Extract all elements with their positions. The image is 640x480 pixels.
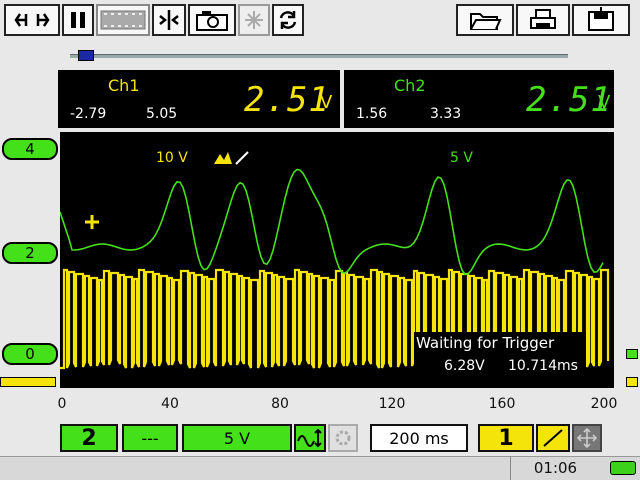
refresh-icon bbox=[279, 11, 297, 29]
coupling-button[interactable]: --- bbox=[122, 424, 178, 452]
ch1-offset-marker[interactable] bbox=[0, 377, 56, 387]
axis-tick: 200 bbox=[590, 396, 618, 412]
ch2-readout: Ch2 1.56 3.33 2.51 V bbox=[344, 70, 614, 128]
volts-div-button[interactable]: 5 V bbox=[182, 424, 292, 452]
ch1-right-marker[interactable] bbox=[626, 377, 638, 387]
print-button[interactable] bbox=[516, 4, 570, 36]
clock: 01:06 bbox=[510, 456, 600, 480]
axis-tick: 160 bbox=[488, 396, 516, 412]
level-marker-0[interactable]: 0 bbox=[2, 343, 58, 365]
trigger-time: 10.714ms bbox=[508, 358, 578, 374]
trigger-status-text: Waiting for Trigger bbox=[416, 334, 555, 352]
ch1-unit: V bbox=[320, 92, 333, 113]
ch1-value: 2.51 bbox=[244, 80, 330, 120]
trigger-channel-button[interactable]: 1 bbox=[478, 424, 534, 452]
channel-select-button[interactable]: 2 bbox=[60, 424, 118, 452]
position-slider-knob[interactable] bbox=[78, 50, 94, 61]
auto-setup-button[interactable] bbox=[328, 424, 358, 452]
move-icon bbox=[576, 427, 598, 449]
battery-icon bbox=[610, 461, 636, 475]
split-view-button[interactable] bbox=[152, 4, 186, 36]
printer-icon bbox=[530, 9, 556, 29]
gear-icon bbox=[335, 430, 351, 446]
sparkle-icon bbox=[245, 11, 263, 29]
save-button[interactable] bbox=[572, 4, 630, 36]
folder-icon bbox=[470, 13, 502, 30]
split-view-icon bbox=[159, 10, 179, 30]
camera-icon bbox=[196, 11, 228, 31]
ch2-right-marker[interactable] bbox=[626, 349, 638, 359]
ch1-readout: Ch1 -2.79 5.05 2.51 V bbox=[58, 70, 340, 128]
ch2-position-button[interactable] bbox=[294, 424, 326, 452]
link-button[interactable] bbox=[4, 4, 60, 36]
trigger-slope-button[interactable] bbox=[536, 424, 570, 452]
trigger-cross-icon bbox=[85, 215, 99, 229]
ch2-label: Ch2 bbox=[394, 76, 426, 95]
pause-icon bbox=[71, 12, 85, 28]
ch2-trace bbox=[60, 168, 604, 276]
ch2-min: 1.56 bbox=[356, 106, 388, 122]
pause-button[interactable] bbox=[62, 4, 94, 36]
trigger-slope-icon bbox=[214, 151, 249, 165]
ch1-label: Ch1 bbox=[108, 76, 140, 95]
ch2-scale-label: 5 V bbox=[450, 150, 473, 166]
ch1-scale-label: 10 V bbox=[156, 150, 188, 166]
ch2-unit: V bbox=[598, 92, 611, 113]
axis-tick: 40 bbox=[161, 396, 179, 412]
filmstrip-icon bbox=[100, 10, 146, 30]
level-marker-2[interactable]: 2 bbox=[2, 242, 58, 264]
waveform-updown-icon bbox=[297, 428, 322, 448]
axis-tick: 120 bbox=[378, 396, 406, 412]
filmstrip-button[interactable] bbox=[96, 4, 150, 36]
trigger-position-button[interactable] bbox=[572, 424, 602, 452]
axis-tick: 0 bbox=[57, 396, 67, 412]
position-slider-track[interactable] bbox=[70, 54, 568, 58]
trigger-level: 6.28V bbox=[444, 358, 485, 374]
trigger-status-box: Waiting for Trigger 6.28V 10.714ms bbox=[414, 332, 586, 380]
level-marker-4[interactable]: 4 bbox=[2, 138, 58, 160]
ch2-max: 3.33 bbox=[430, 106, 462, 122]
rising-slope-icon bbox=[543, 429, 563, 447]
open-button[interactable] bbox=[456, 4, 514, 36]
timebase-button[interactable]: 200 ms bbox=[370, 424, 468, 452]
time-axis: 0 40 80 120 160 200 bbox=[57, 392, 618, 418]
ch1-max: 5.05 bbox=[146, 106, 178, 122]
sparkle-button[interactable] bbox=[238, 4, 270, 36]
camera-button[interactable] bbox=[188, 4, 236, 36]
refresh-button[interactable] bbox=[272, 4, 304, 36]
link-icon bbox=[14, 13, 50, 27]
ch1-min: -2.79 bbox=[70, 106, 107, 122]
save-icon bbox=[588, 7, 614, 31]
axis-tick: 80 bbox=[271, 396, 289, 412]
